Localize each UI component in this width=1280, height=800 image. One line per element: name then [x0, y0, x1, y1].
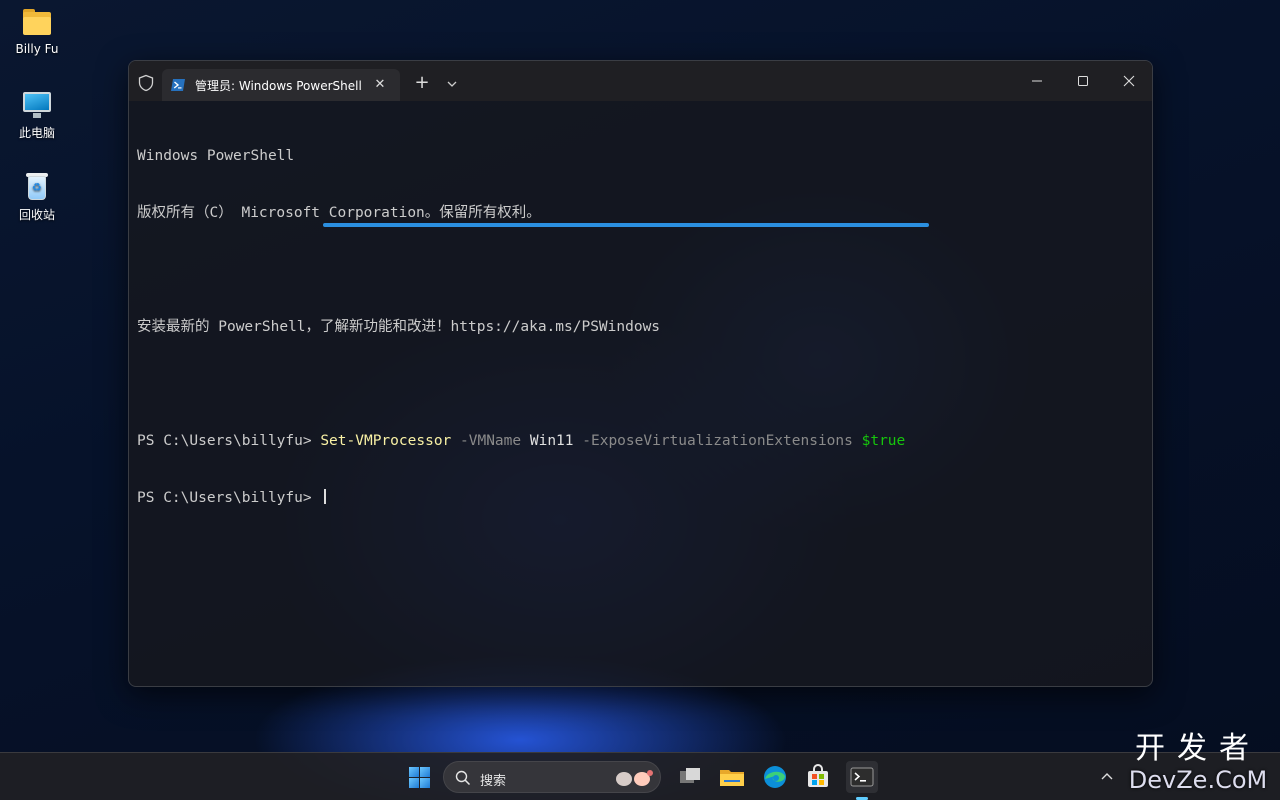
taskbar: 搜索 [0, 752, 1280, 800]
console-line: 安装最新的 PowerShell，了解新功能和改进！https://aka.ms… [137, 319, 661, 335]
close-tab-icon[interactable]: ✕ [371, 76, 389, 94]
terminal-window: 管理员: Windows PowerShell ✕ + Windows Powe… [128, 60, 1153, 687]
powershell-icon [171, 79, 185, 91]
watermark: 开发者 DevZe.CoM [1122, 732, 1274, 798]
minimize-icon [1032, 80, 1042, 82]
tab-powershell[interactable]: 管理员: Windows PowerShell ✕ [162, 69, 400, 101]
shield-icon [138, 74, 154, 92]
close-icon [1123, 75, 1135, 87]
file-explorer-icon [720, 770, 744, 786]
parameter-token: -ExposeVirtualizationExtensions [582, 433, 853, 449]
maximize-icon [1078, 76, 1088, 86]
folder-icon [21, 8, 53, 38]
desktop-icon-label: Billy Fu [15, 42, 59, 56]
desktop-icon-label: 回收站 [18, 208, 55, 222]
desktop-icon-recycle-bin[interactable]: ♻ 回收站 [8, 172, 66, 223]
maximize-button[interactable] [1060, 61, 1106, 101]
start-button[interactable] [403, 761, 435, 793]
task-view-icon [680, 768, 700, 783]
command-line: PS C:\Users\billyfu> Set-VMProcessor -VM… [137, 432, 1144, 451]
task-view-button[interactable] [674, 761, 706, 793]
console-line: 版权所有（C） Microsoft Corporation。保留所有权利。 [137, 205, 541, 221]
parameter-token: -VMName [460, 433, 522, 449]
tab-title: 管理员: Windows PowerShell [195, 79, 362, 93]
prompt: PS C:\Users\billyfu> [137, 490, 321, 506]
new-tab-button[interactable]: + [411, 73, 433, 95]
desktop-icon-label: 此电脑 [18, 126, 55, 140]
terminal-button[interactable] [846, 761, 878, 793]
watermark-bottom: DevZe.CoM [1128, 766, 1268, 794]
minimize-button[interactable] [1014, 61, 1060, 101]
recycle-bin-icon: ♻ [21, 172, 53, 202]
search-label: 搜索 [480, 774, 507, 789]
watermark-top: 开发者 [1135, 731, 1261, 766]
terminal-icon [850, 767, 874, 787]
prompt: PS C:\Users\billyfu> [137, 433, 321, 449]
cmdlet-token: Set-VMProcessor [320, 433, 452, 449]
variable-token: $true [861, 433, 906, 449]
text-cursor [324, 489, 327, 504]
highlight-underline [323, 223, 929, 227]
console-output[interactable]: Windows PowerShell 版权所有（C） Microsoft Cor… [137, 109, 1144, 678]
title-bar[interactable]: 管理员: Windows PowerShell ✕ + [129, 61, 1152, 101]
search-box[interactable]: 搜索 [443, 761, 661, 793]
search-icon [455, 770, 471, 786]
chevron-up-icon[interactable] [1098, 768, 1116, 786]
search-highlight-icon [616, 770, 653, 786]
console-line: Windows PowerShell [137, 148, 295, 164]
computer-icon [21, 90, 53, 120]
store-button[interactable] [802, 761, 834, 793]
file-explorer-button[interactable] [716, 761, 748, 793]
desktop-icon-this-pc[interactable]: 此电脑 [8, 90, 66, 141]
chevron-down-icon[interactable] [441, 73, 463, 95]
close-window-button[interactable] [1106, 61, 1152, 101]
edge-icon [764, 766, 786, 788]
store-icon [808, 764, 828, 787]
argument-token: Win11 [529, 433, 574, 449]
active-prompt-line[interactable]: PS C:\Users\billyfu> [137, 489, 1144, 508]
edge-button[interactable] [759, 761, 791, 793]
desktop-icon-user-folder[interactable]: Billy Fu [8, 8, 66, 56]
